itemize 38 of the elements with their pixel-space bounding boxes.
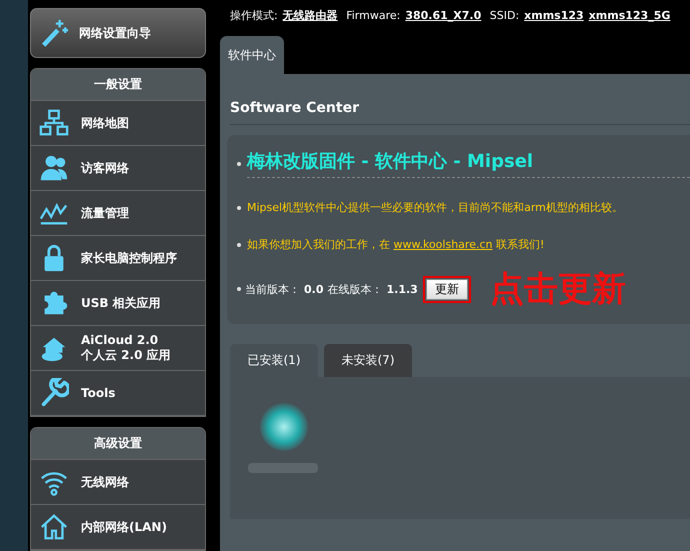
menu-item[interactable]: 网络地图 <box>31 101 205 146</box>
section-title: 高级设置 <box>94 435 142 452</box>
tab[interactable]: 未安装(7) <box>324 344 412 377</box>
network-map-icon <box>39 108 69 138</box>
tab[interactable]: 已安装(1) <box>230 344 318 377</box>
current-version-label: 当前版本： <box>245 282 300 296</box>
house-icon <box>39 512 69 542</box>
tab[interactable]: 软件中心 <box>220 36 284 74</box>
section-title: 一般设置 <box>94 76 142 93</box>
current-version: 0.0 <box>304 282 324 296</box>
menu-item[interactable]: Tools <box>31 371 205 416</box>
ssid-link[interactable]: xmms123_5G <box>588 8 670 22</box>
website-link[interactable]: www.koolshare.cn <box>394 238 492 251</box>
menu-item[interactable]: 流量管理 <box>31 191 205 236</box>
online-version: 1.1.3 <box>386 282 418 296</box>
ssid-label: SSID: <box>488 8 520 22</box>
setup-wizard-button[interactable]: 网络设置向导 <box>30 8 206 58</box>
heading: 梅林改版固件 - 软件中心 - Mipsel <box>247 149 690 178</box>
users-icon <box>39 153 69 183</box>
firmware-label: Firmware: <box>345 8 400 22</box>
page-title: Software Center <box>230 100 690 125</box>
join-text: 如果你想加入我们的工作，在 www.koolshare.cn 联系我们! <box>247 237 544 252</box>
ssid-link[interactable]: xmms123 <box>524 8 584 22</box>
firmware-link[interactable]: 380.61_X7.0 <box>405 8 482 22</box>
menu-item[interactable]: AiCloud 2.0 个人云 2.0 应用 <box>31 326 205 371</box>
menu-item[interactable]: USB 相关应用 <box>31 281 205 326</box>
mode-link[interactable]: 无线路由器 <box>282 8 338 22</box>
mode-label: 操作模式: <box>230 8 278 22</box>
magic-wand-icon <box>39 18 69 48</box>
notice-text: Mipsel机型软件中心提供一些必要的软件，目前尚不能和arm机型的相比较。 <box>247 200 623 215</box>
menu-item[interactable]: 内部网络(LAN) <box>31 505 205 550</box>
annotation-text: 点击更新 <box>490 268 626 311</box>
wrench-icon <box>39 378 69 408</box>
menu-item[interactable]: 家长电脑控制程序 <box>31 236 205 281</box>
menu-item[interactable]: 访客网络 <box>31 146 205 191</box>
online-version-label: 在线版本： <box>328 282 382 296</box>
app-icon[interactable] <box>260 403 308 451</box>
menu-item[interactable]: 无线网络 <box>31 460 205 505</box>
